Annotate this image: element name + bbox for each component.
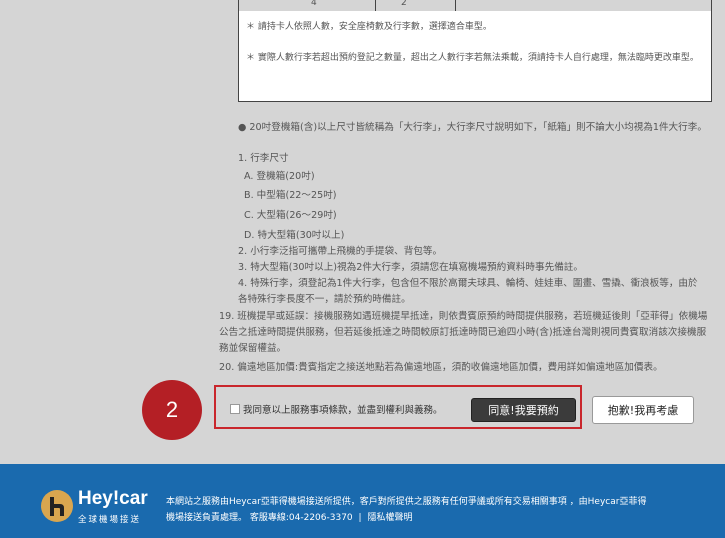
footer-contact: 機場接送負責處理。 客服專線:04-2206-3370: [166, 513, 353, 523]
agree-checkbox[interactable]: [230, 404, 240, 414]
footer-text: 本網站之服務由Heycar亞菲得機場接送所提供，客戶對所提供之服務有任何爭議或所…: [166, 494, 706, 526]
table-divider: [375, 0, 376, 11]
luggage-item: 2. 小行李泛指可攜帶上飛機的手提袋、背包等。: [238, 246, 443, 257]
agree-button[interactable]: 同意!我要預約: [471, 398, 576, 422]
main-content: 4 2 ＊ 請持卡人依照人數，安全座椅數及行李數，選擇適合車型。 ＊ 實際人數行…: [0, 0, 725, 464]
table-divider: [455, 0, 456, 11]
luggage-subitem: B. 中型箱(22～25吋): [244, 190, 337, 201]
step-badge: 2: [142, 380, 202, 440]
footer-line: 機場接送負責處理。 客服專線:04-2206-3370 | 隱私權聲明: [166, 510, 706, 526]
logo-name: Hey!car: [78, 488, 148, 509]
decline-button[interactable]: 抱歉!我再考慮: [592, 396, 694, 424]
footer-line: 本網站之服務由Heycar亞菲得機場接送所提供，客戶對所提供之服務有任何爭議或所…: [166, 497, 647, 507]
table-cell: 4: [311, 0, 317, 8]
notice-seat: ＊ 請持卡人依照人數，安全座椅數及行李數，選擇適合車型。: [246, 22, 492, 32]
logo-subtitle: 全球機場接送: [78, 515, 142, 525]
agree-label[interactable]: 我同意以上服務事項條款，並盡到權利與義務。: [243, 402, 443, 416]
rule-20: 20. 偏遠地區加價:貴賓指定之接送地點若為偏遠地區，須酌收偏遠地區加價，費用詳…: [219, 362, 663, 373]
heycar-logo-icon: [41, 490, 73, 522]
privacy-link[interactable]: 隱私權聲明: [367, 513, 412, 523]
luggage-subitem: C. 大型箱(26～29吋): [244, 210, 337, 221]
luggage-item: 3. 特大型箱(30吋以上)視為2件大行李，須請您在填寫機場預約資料時事先備註。: [238, 262, 583, 273]
footer-separator: |: [358, 513, 362, 523]
luggage-intro: ● 20吋登機箱(含)以上尺寸皆統稱為「大行李」，大行李尺寸說明如下，「紙箱」則…: [238, 122, 707, 133]
notice-box: ＊ 請持卡人依照人數，安全座椅數及行李數，選擇適合車型。 ＊ 實際人數行李若超出…: [238, 11, 712, 102]
luggage-item: 1. 行李尺寸: [238, 153, 289, 164]
table-cell: 2: [401, 0, 407, 8]
rule-19: 19. 班機提早或延誤：接機服務如遇班機提早抵達，則依貴賓原預約時間提供服務，若…: [219, 311, 708, 354]
notice-capacity: ＊ 實際人數行李若超出預約登記之數量，超出之人數行李若無法乘載，須請持卡人自行處…: [246, 53, 699, 63]
luggage-item: 4. 特殊行李，須登記為1件大行李，包含但不限於高爾夫球具、輪椅、娃娃車、圍畫、…: [238, 278, 698, 305]
luggage-subitem: A. 登機箱(20吋): [244, 171, 315, 182]
luggage-subitem: D. 特大型箱(30吋以上): [244, 230, 345, 241]
